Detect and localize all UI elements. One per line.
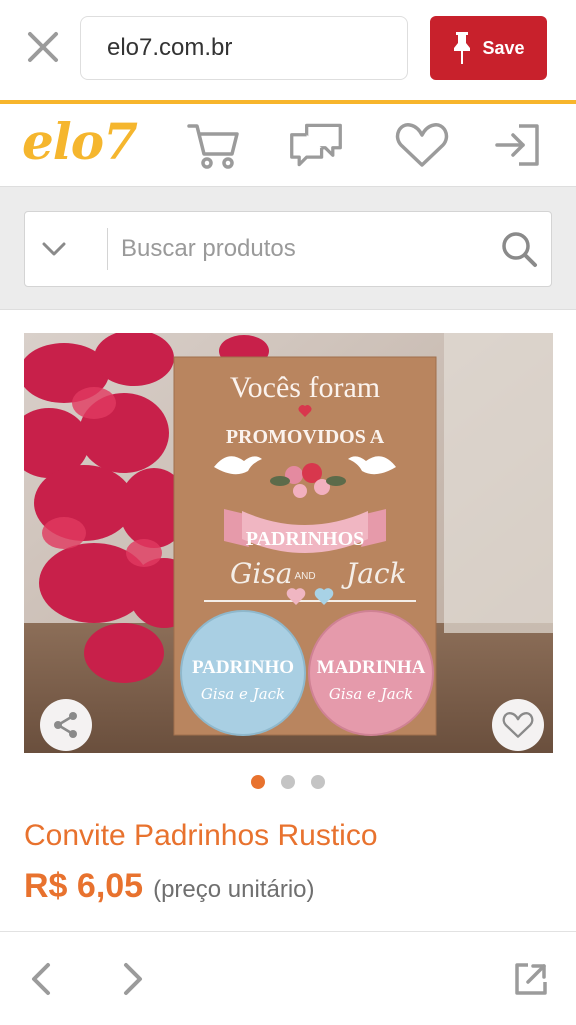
close-button[interactable] xyxy=(22,26,64,68)
heart-icon xyxy=(395,123,449,167)
cart-icon xyxy=(187,124,239,169)
save-button[interactable]: Save xyxy=(430,16,547,80)
share-button[interactable] xyxy=(40,699,92,751)
card-line1: Vocês foram xyxy=(230,371,380,404)
chat-icon xyxy=(290,123,342,167)
search-input[interactable] xyxy=(121,212,501,286)
favorite-button[interactable] xyxy=(492,699,544,751)
category-dropdown[interactable] xyxy=(25,212,83,286)
login-icon xyxy=(495,124,539,166)
login-button[interactable] xyxy=(490,120,546,170)
search-divider xyxy=(107,228,108,270)
url-field[interactable]: elo7.com.br xyxy=(80,16,408,80)
pin-icon xyxy=(454,32,471,64)
close-icon xyxy=(28,32,58,62)
bottom-bar xyxy=(0,931,576,1025)
card-name-left: Gisa xyxy=(230,557,292,590)
url-text: elo7.com.br xyxy=(107,34,233,61)
chevron-down-icon xyxy=(42,242,66,256)
open-external-button[interactable] xyxy=(508,956,554,1002)
carousel-dots xyxy=(0,775,576,789)
external-link-icon xyxy=(515,963,547,995)
back-button[interactable] xyxy=(18,956,64,1002)
elo7-logo[interactable]: elo7 xyxy=(22,112,138,171)
site-header: elo7 xyxy=(0,104,576,186)
card-name-right: Jack xyxy=(341,557,407,590)
carousel-dot-2[interactable] xyxy=(281,775,295,789)
card-line2: PROMOVIDOS A xyxy=(226,426,385,448)
button-left-names: Gisa e Jack xyxy=(201,685,285,703)
product-photo: Vocês foram PROMOVIDOS A PADRINHOS Gisa … xyxy=(24,333,553,753)
price-line: R$ 6,05 (preço unitário) xyxy=(24,867,315,906)
button-right-title: MADRINHA xyxy=(317,657,426,678)
search-area xyxy=(0,186,576,310)
card-name-and: AND xyxy=(294,571,315,582)
favorite-icon xyxy=(502,712,534,738)
messages-button[interactable] xyxy=(288,120,344,170)
share-icon xyxy=(54,712,77,738)
save-label: Save xyxy=(482,37,525,58)
carousel-dot-1[interactable] xyxy=(251,775,265,789)
search-icon xyxy=(502,232,537,267)
product-title[interactable]: Convite Padrinhos Rustico xyxy=(24,819,378,853)
card-ribbon: PADRINHOS xyxy=(246,528,365,550)
browser-bar: elo7.com.br Save xyxy=(0,0,576,100)
search-button[interactable] xyxy=(493,224,545,274)
arrow-left-icon xyxy=(32,963,50,995)
search-box xyxy=(24,211,552,287)
price-note: (preço unitário) xyxy=(153,876,315,903)
button-right-names: Gisa e Jack xyxy=(329,685,413,703)
product-image[interactable]: Vocês foram PROMOVIDOS A PADRINHOS Gisa … xyxy=(24,333,553,753)
forward-button[interactable] xyxy=(110,956,156,1002)
favorites-button[interactable] xyxy=(394,120,450,170)
product-price: R$ 6,05 xyxy=(24,867,144,905)
button-left-title: PADRINHO xyxy=(192,657,294,678)
arrow-right-icon xyxy=(124,963,142,995)
carousel-dot-3[interactable] xyxy=(311,775,325,789)
cart-button[interactable] xyxy=(186,120,242,170)
